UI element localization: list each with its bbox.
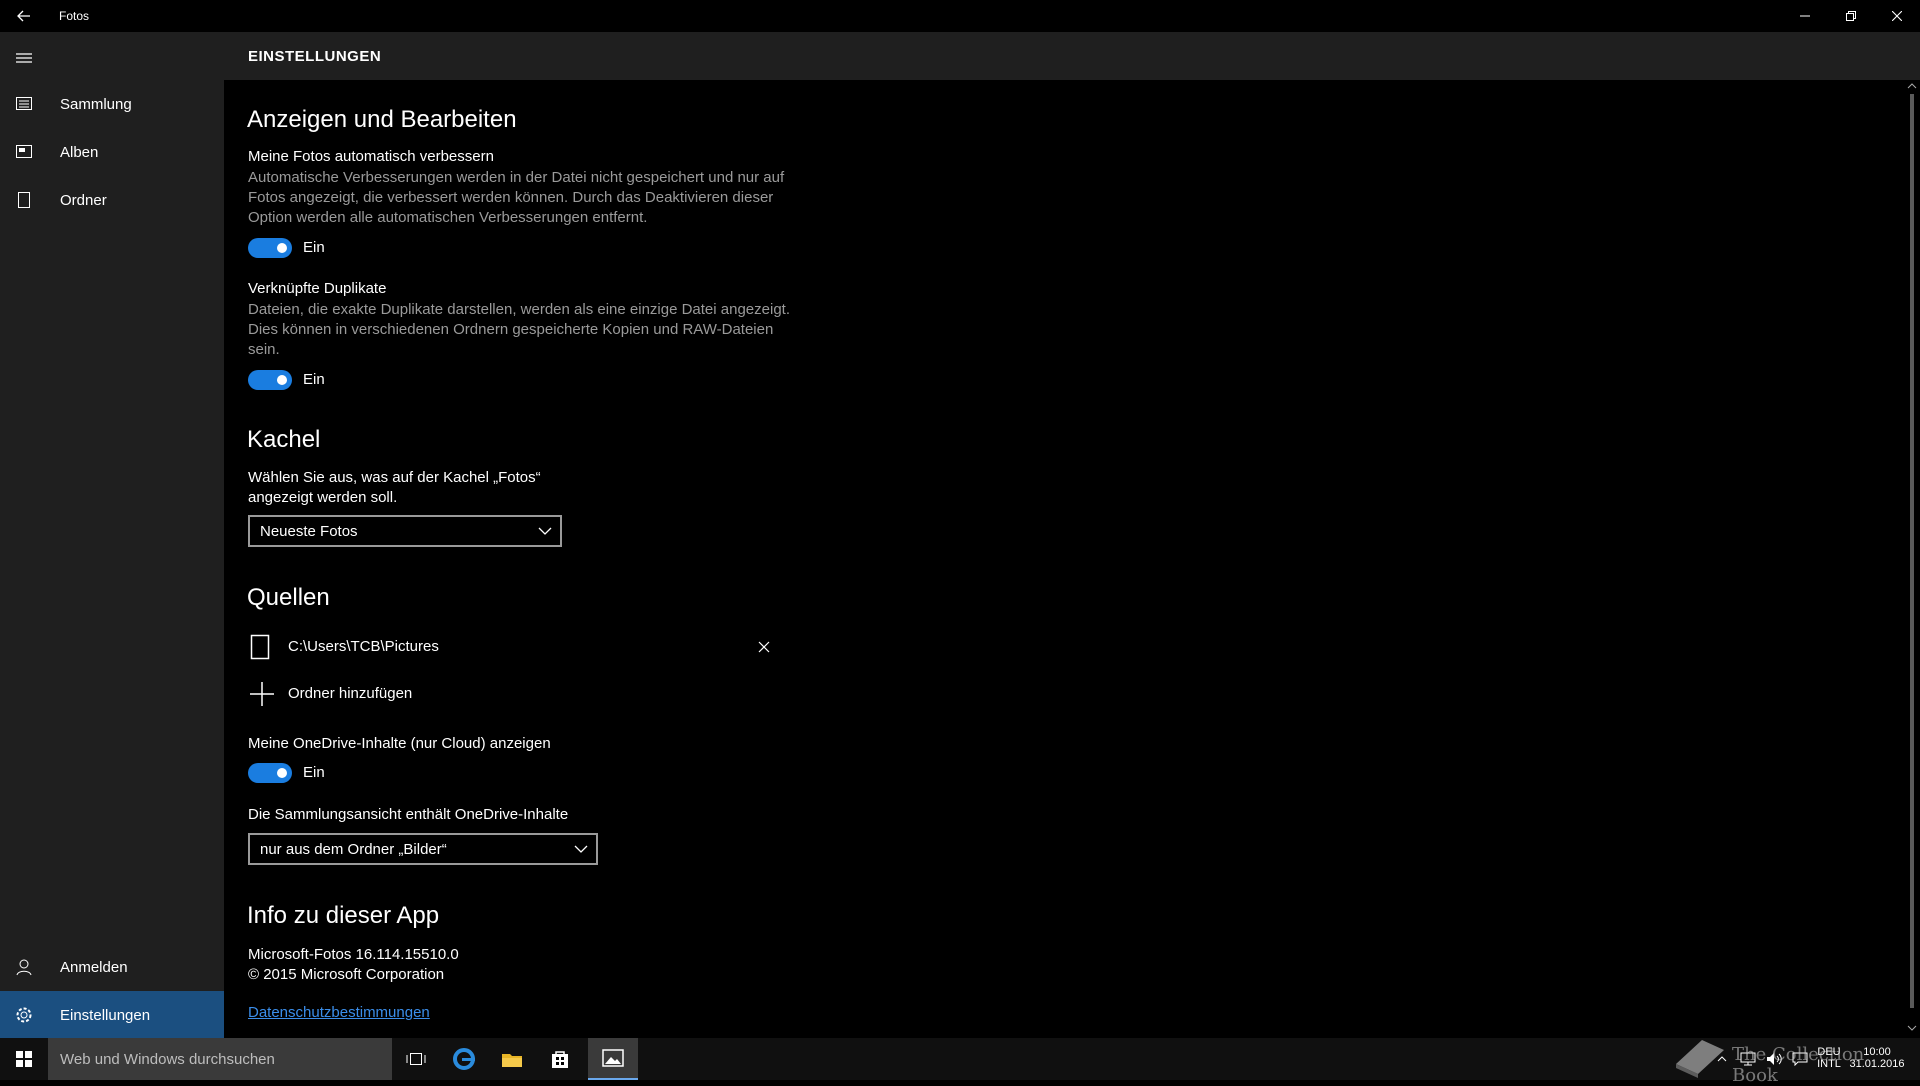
duplicates-toggle-label: Ein xyxy=(303,371,325,388)
collection-icon xyxy=(14,94,34,114)
collection-onedrive-label: Die Sammlungsansicht enthält OneDrive-In… xyxy=(248,806,569,823)
toggle-knob xyxy=(277,243,287,253)
source-folder-path: C:\Users\TCB\Pictures xyxy=(288,638,439,655)
tile-label: Wählen Sie aus, was auf der Kachel „Foto… xyxy=(248,469,541,506)
back-arrow-icon xyxy=(17,10,30,22)
restore-icon xyxy=(1846,11,1856,21)
window-title: Fotos xyxy=(59,9,90,23)
collection-dropdown-value: nur aus dem Ordner „Bilder“ xyxy=(260,841,447,858)
taskbar-search-box[interactable]: Web und Windows durchsuchen xyxy=(48,1038,392,1080)
section-title-sources: Quellen xyxy=(247,584,330,611)
photos-icon xyxy=(602,1049,624,1067)
hamburger-menu-button[interactable] xyxy=(14,51,34,65)
album-icon xyxy=(14,142,34,162)
folder-icon xyxy=(502,1054,522,1067)
back-button[interactable] xyxy=(10,4,38,28)
section-title-about: Info zu dieser App xyxy=(247,902,440,929)
sidebar-item-sammlung[interactable]: Sammlung xyxy=(0,80,224,128)
app-copyright: © 2015 Microsoft Corporation xyxy=(248,966,445,983)
scrollbar-thumb[interactable] xyxy=(1910,94,1914,1008)
book-logo-icon xyxy=(1676,1040,1724,1078)
remove-folder-button[interactable] xyxy=(758,640,772,654)
task-view-icon xyxy=(406,1053,426,1065)
vertical-scrollbar[interactable] xyxy=(1904,80,1920,1038)
page-title: EINSTELLUNGEN xyxy=(248,48,382,65)
watermark: The Collection Book xyxy=(1672,1030,1892,1086)
auto-enhance-description: Automatische Verbesserungen werden in de… xyxy=(248,169,785,226)
sidebar-item-einstellungen[interactable]: Einstellungen xyxy=(0,991,224,1039)
sidebar-item-anmelden[interactable]: Anmelden xyxy=(0,943,224,991)
collection-onedrive-dropdown[interactable]: nur aus dem Ordner „Bilder“ xyxy=(248,833,598,865)
page-header: EINSTELLUNGEN xyxy=(224,32,1920,80)
store-button[interactable] xyxy=(536,1038,584,1080)
section-title-view-edit: Anzeigen und Bearbeiten xyxy=(247,106,517,133)
task-view-button[interactable] xyxy=(392,1038,440,1080)
tile-dropdown-value: Neueste Fotos xyxy=(260,523,358,540)
onedrive-toggle[interactable] xyxy=(248,763,292,783)
auto-enhance-toggle[interactable] xyxy=(248,238,292,258)
store-icon xyxy=(552,1051,568,1068)
restore-button[interactable] xyxy=(1828,0,1874,32)
folder-icon xyxy=(250,634,270,660)
onedrive-toggle-label: Ein xyxy=(303,764,325,781)
gear-icon xyxy=(14,1005,34,1025)
minimize-button[interactable] xyxy=(1782,0,1828,32)
folder-icon xyxy=(14,190,34,210)
auto-enhance-label: Meine Fotos automatisch verbessern xyxy=(248,148,494,165)
duplicates-toggle[interactable] xyxy=(248,370,292,390)
toggle-knob xyxy=(277,375,287,385)
privacy-link[interactable]: Datenschutzbestimmungen xyxy=(248,1004,430,1021)
sidebar-item-label: Ordner xyxy=(60,191,107,209)
search-placeholder: Web und Windows durchsuchen xyxy=(60,1051,275,1068)
edge-icon xyxy=(453,1048,475,1070)
section-title-tile: Kachel xyxy=(247,426,321,453)
hamburger-icon xyxy=(16,53,32,63)
sidebar-item-label: Einstellungen xyxy=(60,1006,151,1024)
close-button[interactable] xyxy=(1874,0,1920,32)
close-icon xyxy=(758,641,770,653)
edge-browser-button[interactable] xyxy=(440,1038,488,1080)
duplicates-description: Dateien, die exakte Duplikate darstellen… xyxy=(248,301,790,358)
onedrive-label: Meine OneDrive-Inhalte (nur Cloud) anzei… xyxy=(248,735,551,752)
sidebar-item-ordner[interactable]: Ordner xyxy=(0,176,224,224)
add-folder-label: Ordner hinzufügen xyxy=(288,685,413,702)
sidebar: Sammlung Alben Ordner Anmelden Einstellu… xyxy=(0,32,224,1039)
start-button[interactable] xyxy=(0,1038,48,1080)
chevron-down-icon xyxy=(574,845,588,853)
scroll-down-icon[interactable] xyxy=(1907,1024,1917,1032)
file-explorer-button[interactable] xyxy=(488,1038,536,1080)
plus-icon xyxy=(250,682,274,706)
toggle-knob xyxy=(277,768,287,778)
user-icon xyxy=(14,957,34,977)
add-folder-button[interactable]: Ordner hinzufügen xyxy=(248,680,588,710)
title-bar: Fotos xyxy=(0,0,1920,32)
settings-content: Anzeigen und Bearbeiten Meine Fotos auto… xyxy=(224,80,1904,1038)
sidebar-item-label: Alben xyxy=(60,143,99,161)
sidebar-item-alben[interactable]: Alben xyxy=(0,128,224,176)
sidebar-item-label: Anmelden xyxy=(60,958,128,976)
minimize-icon xyxy=(1800,15,1810,17)
windows-logo-icon xyxy=(16,1051,32,1067)
duplicates-label: Verknüpfte Duplikate xyxy=(248,280,387,297)
taskbar: Web und Windows durchsuchen DEU INTL 10:… xyxy=(0,1038,1920,1080)
auto-enhance-toggle-label: Ein xyxy=(303,239,325,256)
scroll-up-icon[interactable] xyxy=(1907,82,1917,90)
tile-dropdown[interactable]: Neueste Fotos xyxy=(248,515,562,547)
sidebar-item-label: Sammlung xyxy=(60,95,132,113)
photos-app-button[interactable] xyxy=(588,1038,638,1080)
app-version: Microsoft-Fotos 16.114.15510.0 xyxy=(248,946,459,963)
chevron-down-icon xyxy=(538,527,552,535)
close-icon xyxy=(1892,11,1902,21)
